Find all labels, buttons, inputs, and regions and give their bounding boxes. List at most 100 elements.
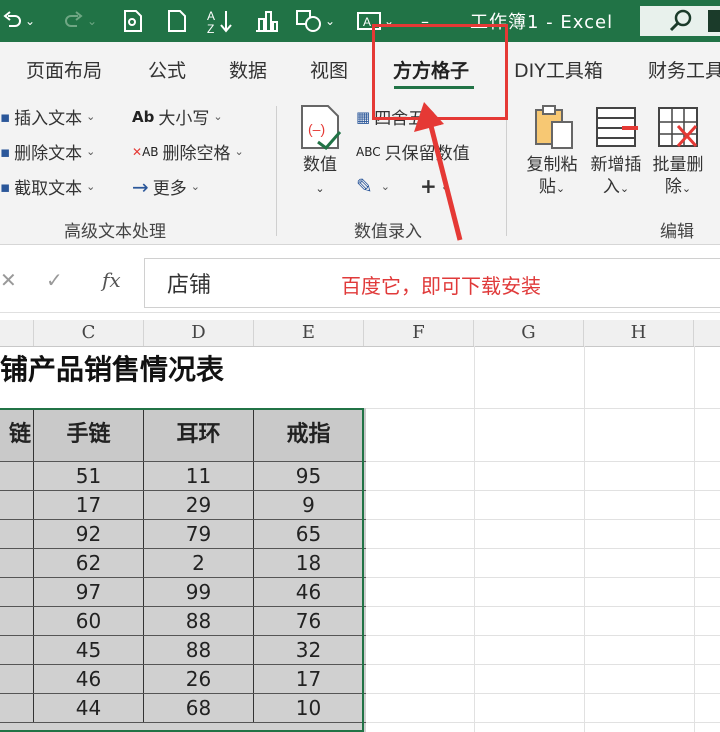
redo-button[interactable]: ⌄: [58, 6, 102, 36]
tab-fangfanggezi[interactable]: 方方格子: [393, 56, 469, 83]
table-row: 97 99 46: [0, 577, 366, 606]
extract-text-label: 截取文本: [14, 179, 83, 199]
table-cell[interactable]: 88: [144, 607, 254, 635]
table-cell[interactable]: 51: [34, 462, 144, 490]
table-cell[interactable]: 10: [254, 694, 364, 722]
table-cell[interactable]: 76: [254, 607, 364, 635]
table-cell[interactable]: 2: [144, 549, 254, 577]
table-cell[interactable]: 60: [34, 607, 144, 635]
table-cell[interactable]: 97: [34, 578, 144, 606]
insert-rows-icon-wrap[interactable]: [594, 104, 638, 150]
batch-delete-icon: [658, 107, 698, 148]
table-cell[interactable]: [0, 694, 34, 722]
table-cell[interactable]: [0, 665, 34, 693]
table-cell[interactable]: 99: [144, 578, 254, 606]
table-cell[interactable]: [0, 491, 34, 519]
column-header-h[interactable]: H: [584, 320, 694, 346]
insert-text-button[interactable]: ▪ 插入文本 ⌄: [0, 104, 95, 130]
table-header-cell[interactable]: 手链: [34, 408, 144, 461]
table-cell[interactable]: [0, 607, 34, 635]
table-cell[interactable]: 18: [254, 549, 364, 577]
tab-diy-toolbox[interactable]: DIY工具箱: [514, 56, 603, 83]
column-header-c[interactable]: C: [34, 320, 144, 346]
table-cell[interactable]: 88: [144, 636, 254, 664]
plus-icon: +: [420, 174, 437, 198]
cancel-entry-icon[interactable]: ✕: [0, 268, 17, 292]
table-cell[interactable]: 79: [144, 520, 254, 548]
more-button[interactable]: → 更多 ⌄: [132, 174, 200, 200]
window-title: 工作簿1 - Excel: [470, 12, 614, 33]
table-cell[interactable]: 26: [144, 665, 254, 693]
sort-az-icon: A Z: [207, 9, 232, 34]
insert-rows-button[interactable]: 新增插 入⌄: [584, 154, 648, 200]
table-cell[interactable]: [0, 520, 34, 548]
change-case-icon: Ab: [132, 107, 155, 126]
table-cell[interactable]: [0, 578, 34, 606]
tab-data[interactable]: 数据: [229, 56, 267, 83]
chart-button[interactable]: [250, 6, 284, 36]
minimize-button[interactable]: –: [412, 6, 438, 36]
table-cell[interactable]: 29: [144, 491, 254, 519]
tab-view[interactable]: 视图: [310, 56, 348, 83]
search-box[interactable]: [640, 6, 720, 36]
table-cell[interactable]: [0, 462, 34, 490]
undo-button[interactable]: ⌄: [0, 6, 36, 36]
table-cell[interactable]: [0, 549, 34, 577]
column-header-e[interactable]: E: [254, 320, 364, 346]
table-cell[interactable]: 62: [34, 549, 144, 577]
table-cell[interactable]: 65: [254, 520, 364, 548]
edit-format-button[interactable]: ✎ ⌄: [356, 174, 390, 198]
table-cell[interactable]: 68: [144, 694, 254, 722]
new-file-button[interactable]: [162, 6, 192, 36]
table-cell[interactable]: 32: [254, 636, 364, 664]
table-cell[interactable]: 44: [34, 694, 144, 722]
sort-button[interactable]: A Z: [204, 6, 238, 36]
delete-text-button[interactable]: ▪ 删除文本 ⌄: [0, 139, 95, 165]
column-header-d[interactable]: D: [144, 320, 254, 346]
batch-delete-button[interactable]: 批量删 除⌄: [646, 154, 710, 200]
value-button-icon[interactable]: (–): [298, 104, 342, 151]
change-case-button[interactable]: Ab 大小写 ⌄: [132, 104, 223, 130]
tab-finance-tools[interactable]: 财务工具: [648, 56, 720, 83]
keep-values-button[interactable]: ABC 只保留数值: [356, 139, 470, 164]
table-cell[interactable]: 17: [254, 665, 364, 693]
table-cell[interactable]: 46: [34, 665, 144, 693]
copy-paste-icon-wrap[interactable]: [532, 104, 576, 150]
table-header-cell[interactable]: 戒指: [254, 408, 364, 461]
svg-text:A: A: [363, 15, 371, 29]
table-cell[interactable]: [0, 636, 34, 664]
column-header-g[interactable]: G: [474, 320, 584, 346]
undo-icon: [3, 11, 21, 27]
copy-paste-button[interactable]: 复制粘 贴⌄: [520, 154, 584, 200]
print-preview-button[interactable]: [118, 6, 148, 36]
value-button-label[interactable]: 数值 ⌄: [296, 154, 344, 200]
formula-input[interactable]: 店铺 百度它，即可下载安装: [144, 258, 720, 308]
remove-spaces-button[interactable]: ✕AB 删除空格 ⌄: [132, 139, 244, 164]
tab-formulas[interactable]: 公式: [148, 56, 186, 83]
table-cell[interactable]: 11: [144, 462, 254, 490]
tab-page-layout[interactable]: 页面布局: [26, 56, 102, 83]
keep-values-label: 只保留数值: [384, 144, 470, 164]
confirm-entry-icon[interactable]: ✓: [46, 268, 63, 292]
table-cell[interactable]: 92: [34, 520, 144, 548]
insert-function-icon[interactable]: fx: [102, 268, 121, 292]
table-cell[interactable]: 17: [34, 491, 144, 519]
batch-delete-icon-wrap[interactable]: [656, 104, 700, 150]
table-cell[interactable]: 9: [254, 491, 364, 519]
table-cell[interactable]: 46: [254, 578, 364, 606]
table-header-cell[interactable]: 耳环: [144, 408, 254, 461]
column-header-f[interactable]: F: [364, 320, 474, 346]
extract-text-button[interactable]: ▪ 截取文本 ⌄: [0, 174, 95, 200]
table-cell[interactable]: 95: [254, 462, 364, 490]
table-row: 92 79 65: [0, 519, 366, 548]
column-header-b[interactable]: [0, 320, 34, 346]
round-button[interactable]: ▦ 四舍五入 ⌄: [356, 104, 455, 130]
add-button[interactable]: + ⌄: [420, 174, 450, 198]
table-row: 46 26 17: [0, 664, 366, 693]
shapes-button[interactable]: ⌄: [290, 6, 340, 36]
textbox-button[interactable]: A ⌄: [350, 6, 400, 36]
table-row: 17 29 9: [0, 490, 366, 519]
table-header-cell[interactable]: 链: [0, 408, 34, 461]
table-cell[interactable]: 45: [34, 636, 144, 664]
title-bar: ⌄ ⌄ A Z ⌄ A ⌄ – 工作簿1 - Excel: [0, 0, 720, 42]
